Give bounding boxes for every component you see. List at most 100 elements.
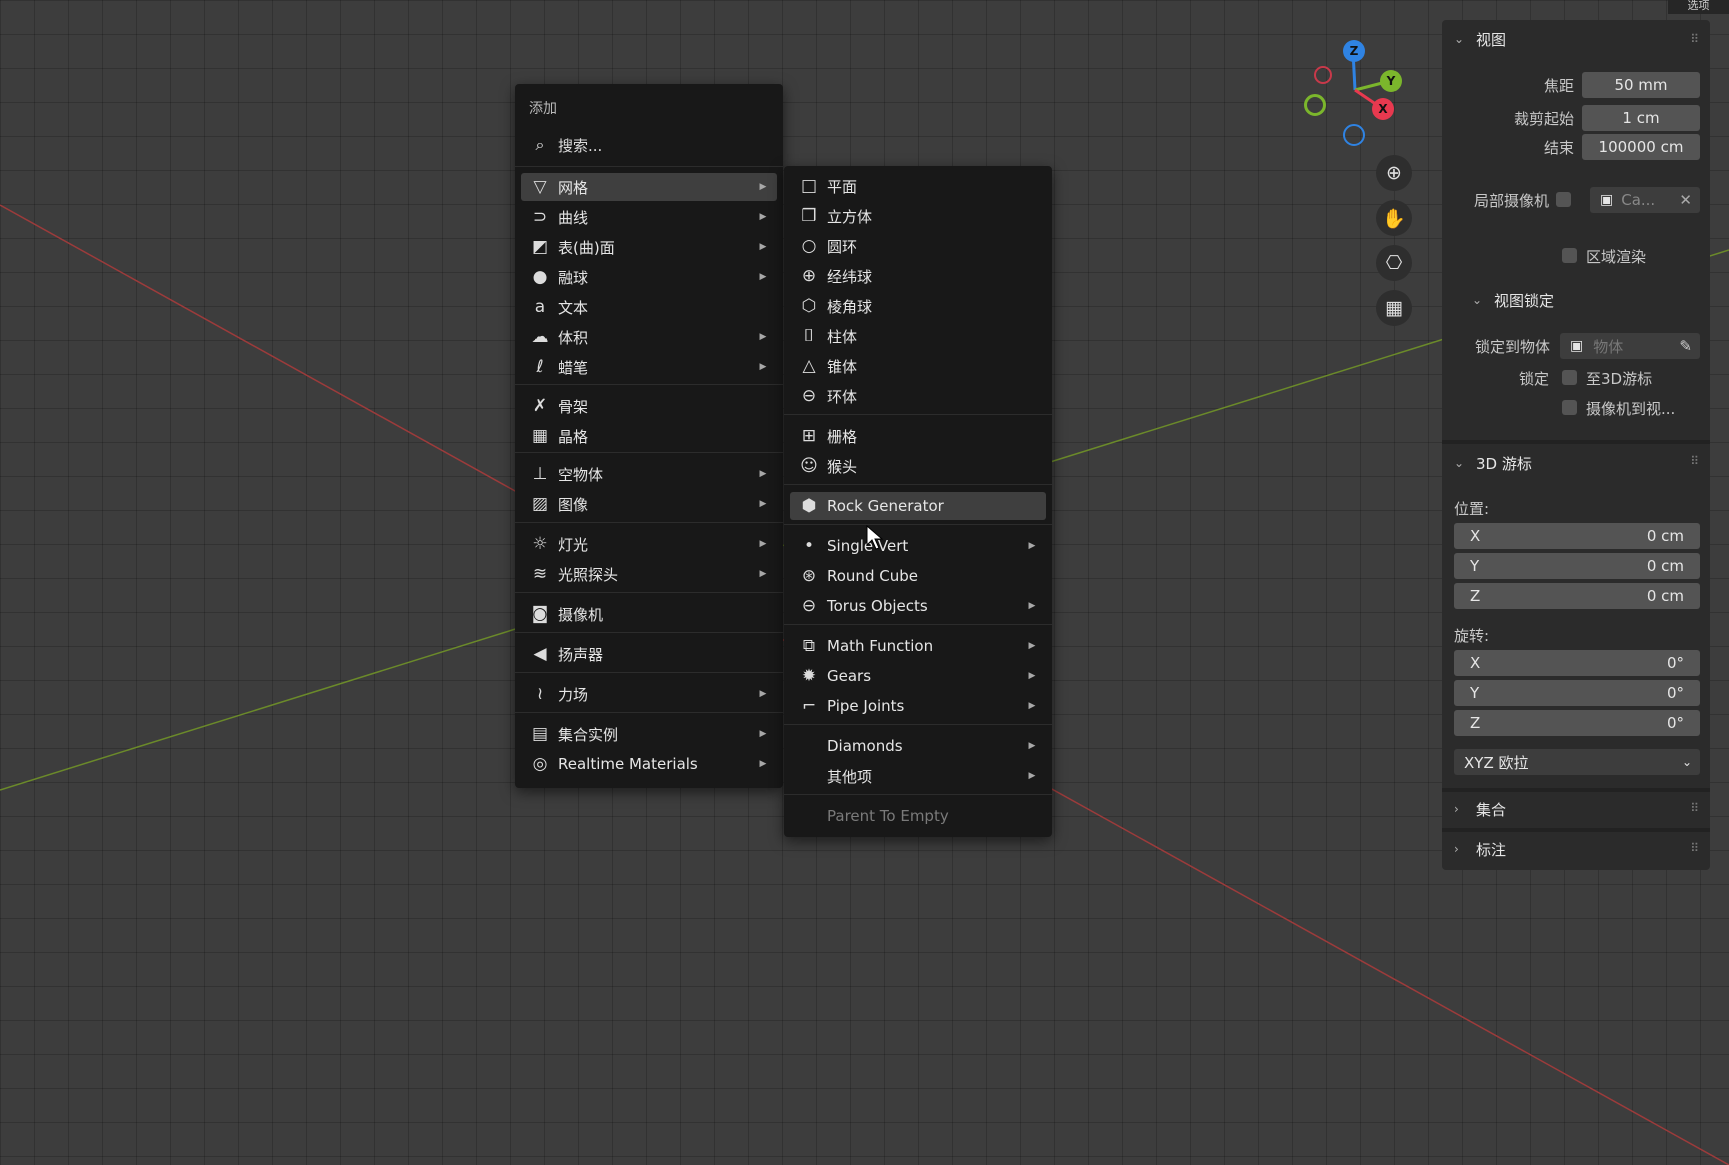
drag-handle-icon[interactable]: ⠿: [1690, 32, 1700, 46]
mesh-submenu-item[interactable]: ⊖ Torus Objects ▶: [790, 592, 1046, 620]
clip-start-field[interactable]: 1 cm: [1582, 105, 1700, 131]
lock-to-3d-cursor-checkbox[interactable]: [1562, 370, 1577, 385]
add-menu-item[interactable]: ● 融球 ▶: [521, 263, 777, 291]
location-y-field[interactable]: Y 0 cm: [1454, 553, 1700, 579]
mesh-submenu-item[interactable]: ⬢ Rock Generator: [790, 492, 1046, 520]
gizmo-z[interactable]: Z: [1343, 40, 1365, 62]
hand-icon[interactable]: ✋: [1376, 200, 1412, 236]
add-menu-item[interactable]: ▤ 集合实例 ▶: [521, 720, 777, 748]
mesh-submenu-item-label: 锥体: [827, 357, 858, 376]
add-menu-item[interactable]: ☁ 体积 ▶: [521, 323, 777, 351]
mesh-submenu-item-label: Math Function: [827, 637, 934, 655]
add-menu-item[interactable]: ◀ 扬声器: [521, 640, 777, 668]
mesh-submenu-item[interactable]: ⊖ 环体: [790, 382, 1046, 410]
chevron-down-icon: ⌄: [1454, 456, 1465, 470]
add-menu-item[interactable]: ◎ Realtime Materials ▶: [521, 750, 777, 778]
mesh-submenu-item[interactable]: ❒ 立方体: [790, 202, 1046, 230]
drag-handle-icon[interactable]: ⠿: [1690, 454, 1700, 468]
camera-view-icon[interactable]: ⎔: [1376, 245, 1412, 281]
lock-to-object-field[interactable]: ▣ 物体 ✎: [1560, 333, 1700, 359]
perspective-grid-icon[interactable]: ▦: [1376, 290, 1412, 326]
mesh-submenu-item[interactable]: ⊞ 栅格: [790, 422, 1046, 450]
menu-search[interactable]: ⌕ 搜索...: [521, 129, 777, 161]
lock-to-object-placeholder: 物体: [1593, 337, 1624, 356]
3d-cursor-title: 3D 游标: [1476, 454, 1532, 473]
eyedropper-icon[interactable]: ✎: [1679, 337, 1692, 355]
add-menu-item[interactable]: ◙ 摄像机: [521, 600, 777, 628]
math-function-icon: ⧉: [802, 636, 816, 656]
mesh-submenu-item[interactable]: ⌐ Pipe Joints ▶: [790, 692, 1046, 720]
mesh-submenu-item-label: Pipe Joints: [827, 697, 905, 715]
menu-separator: [784, 794, 1052, 795]
view-lock-header[interactable]: ⌄ 视图锁定: [1472, 286, 1554, 314]
panel-gap: [1442, 440, 1710, 444]
lattice-icon: ▦: [531, 426, 549, 446]
drag-handle-icon[interactable]: ⠿: [1690, 801, 1700, 815]
collection-header[interactable]: › 集合: [1454, 795, 1506, 823]
mesh-submenu-item[interactable]: ⌷ 柱体: [790, 322, 1046, 350]
add-menu-item[interactable]: ▽ 网格 ▶: [521, 173, 777, 201]
add-menu-item[interactable]: ◩ 表(曲)面 ▶: [521, 233, 777, 261]
navigation-gizmo[interactable]: Z Y X: [1300, 35, 1410, 150]
mesh-submenu-item[interactable]: Diamonds ▶: [790, 732, 1046, 760]
add-menu-item[interactable]: a 文本: [521, 293, 777, 321]
local-camera-field[interactable]: ▣ Ca... ✕: [1590, 187, 1700, 213]
add-menu-item[interactable]: ≋ 光照探头 ▶: [521, 560, 777, 588]
icon-placeholder: [795, 802, 823, 830]
add-menu-item[interactable]: ▦ 晶格: [521, 422, 777, 450]
rock-icon: ⬢: [801, 496, 817, 516]
add-menu-item[interactable]: ☼ 灯光 ▶: [521, 530, 777, 558]
location-z-field[interactable]: Z 0 cm: [1454, 583, 1700, 609]
camera-to-view-label: 摄像机到视...: [1586, 400, 1676, 418]
clear-icon[interactable]: ✕: [1679, 191, 1692, 209]
camera-object-icon: ▣: [1600, 192, 1614, 208]
add-menu-item[interactable]: ⊃ 曲线 ▶: [521, 203, 777, 231]
gizmo-y[interactable]: Y: [1380, 70, 1402, 92]
light-probe-icon: ≋: [532, 564, 548, 584]
mesh-submenu-item[interactable]: △ 锥体: [790, 352, 1046, 380]
mesh-submenu-item[interactable]: ✹ Gears ▶: [790, 662, 1046, 690]
mesh-submenu-item[interactable]: 其他项 ▶: [790, 762, 1046, 790]
3d-cursor-header[interactable]: ⌄ 3D 游标: [1454, 449, 1532, 477]
add-menu-item[interactable]: ✗ 骨架: [521, 392, 777, 420]
drag-handle-icon[interactable]: ⠿: [1690, 841, 1700, 855]
rotation-y-field[interactable]: Y 0°: [1454, 680, 1700, 706]
zoom-icon[interactable]: ⊕: [1376, 155, 1412, 191]
add-menu-item-label: 力场: [558, 685, 589, 704]
mesh-submenu-item[interactable]: ○ 圆环: [790, 232, 1046, 260]
gizmo-neg-x[interactable]: [1314, 66, 1332, 84]
local-camera-checkbox[interactable]: [1556, 192, 1571, 207]
add-menu-item-label: 曲线: [558, 208, 589, 227]
mesh-submenu-item[interactable]: ⊛ Round Cube: [790, 562, 1046, 590]
chevron-right-icon: ›: [1454, 802, 1459, 816]
rotation-mode-select[interactable]: XYZ 欧拉 ⌄: [1454, 749, 1700, 775]
add-menu-item[interactable]: ℓ 蜡笔 ▶: [521, 353, 777, 381]
focal-length-field[interactable]: 50 mm: [1582, 72, 1700, 98]
add-menu-item[interactable]: ▨ 图像 ▶: [521, 490, 777, 518]
add-menu-item[interactable]: ≀ 力场 ▶: [521, 680, 777, 708]
gizmo-x[interactable]: X: [1372, 98, 1394, 120]
submenu-arrow-icon: ▶: [759, 362, 767, 372]
options-button[interactable]: 选项: [1668, 0, 1729, 14]
mesh-submenu-item[interactable]: □ 平面: [790, 172, 1046, 200]
mesh-submenu-item[interactable]: • Single Vert ▶: [790, 532, 1046, 560]
gizmo-neg-z[interactable]: [1343, 124, 1365, 146]
mesh-submenu-item[interactable]: ⊕ 经纬球: [790, 262, 1046, 290]
add-menu-title: 添加: [529, 101, 557, 117]
camera-to-view-checkbox[interactable]: [1562, 400, 1577, 415]
add-menu-item-label: 光照探头: [558, 565, 619, 584]
add-menu-item-label: 图像: [558, 495, 589, 514]
location-x-field[interactable]: X 0 cm: [1454, 523, 1700, 549]
mesh-submenu-item[interactable]: ⧉ Math Function ▶: [790, 632, 1046, 660]
rotation-z-field[interactable]: Z 0°: [1454, 710, 1700, 736]
mesh-submenu-item-label: 平面: [827, 177, 858, 196]
gizmo-neg-y[interactable]: [1304, 94, 1326, 116]
view-panel-header[interactable]: ⌄ 视图: [1454, 25, 1506, 53]
mesh-submenu-item[interactable]: ⬡ 棱角球: [790, 292, 1046, 320]
add-menu-item[interactable]: ⊥ 空物体 ▶: [521, 460, 777, 488]
mesh-submenu-item[interactable]: ☺ 猴头: [790, 452, 1046, 480]
clip-end-field[interactable]: 100000 cm: [1582, 134, 1700, 160]
render-region-checkbox[interactable]: [1562, 248, 1577, 263]
annotation-header[interactable]: › 标注: [1454, 835, 1506, 863]
rotation-x-field[interactable]: X 0°: [1454, 650, 1700, 676]
